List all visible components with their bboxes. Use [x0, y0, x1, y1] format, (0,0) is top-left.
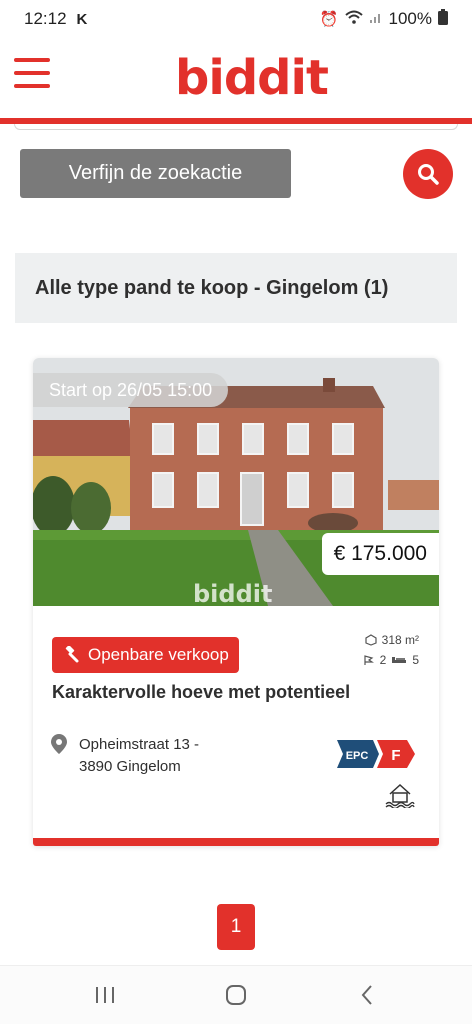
rooms-value: 2 [379, 653, 387, 667]
epc-label: EPC F [337, 740, 415, 768]
gavel-icon [65, 646, 79, 663]
bedrooms-value: 5 [412, 653, 419, 667]
epc-grade: F [391, 747, 400, 764]
search-icon [418, 164, 439, 185]
back-icon[interactable] [337, 975, 397, 1015]
location-pin-icon [51, 734, 67, 754]
carrier-glyph: K [76, 10, 88, 28]
status-bar: 12:12 K ⏰ 100% [0, 0, 472, 38]
sale-type-badge: Openbare verkoop [52, 637, 239, 673]
recent-apps-icon[interactable] [75, 975, 135, 1015]
property-meta: 318 m² 2 5 [363, 630, 419, 670]
listing-address: Opheimstraat 13 - 3890 Gingelom [51, 734, 199, 778]
bed-icon [392, 657, 407, 663]
flood-zone-house-icon [385, 782, 415, 813]
area-value: 318 m² [381, 633, 419, 647]
android-nav-bar [0, 965, 472, 1024]
hamburger-menu-icon[interactable] [14, 58, 50, 90]
battery-level: 100% [388, 9, 432, 28]
home-icon[interactable] [206, 975, 266, 1015]
pagination-page-1[interactable]: 1 [217, 904, 255, 950]
wifi-icon [344, 10, 363, 28]
battery-icon [438, 9, 448, 29]
address-line-2: 3890 Gingelom [79, 758, 181, 775]
address-line-1: Opheimstraat 13 - [79, 736, 200, 753]
search-button[interactable] [403, 149, 453, 199]
site-header: biddit [0, 38, 472, 118]
status-time: 12:12 [24, 9, 67, 28]
alarm-icon: ⏰ [319, 11, 339, 28]
photo-watermark: biddit [193, 580, 273, 606]
epc-text: EPC [346, 750, 369, 762]
listing-photo[interactable]: Start op 26/05 15:00 € 175.000 biddit [33, 358, 439, 606]
listing-card[interactable]: Start op 26/05 15:00 € 175.000 biddit Op… [33, 358, 439, 846]
signal-icon [369, 10, 383, 28]
results-heading: Alle type pand te koop - Gingelom (1) [15, 253, 457, 323]
sale-type-label: Openbare verkoop [88, 645, 229, 664]
area-icon [365, 634, 377, 646]
price-badge: € 175.000 [321, 533, 439, 575]
rooms-icon [364, 655, 374, 665]
auction-start-badge: Start op 26/05 15:00 [33, 373, 229, 407]
biddit-logo[interactable]: biddit [175, 50, 329, 106]
listing-title[interactable]: Karaktervolle hoeve met potentieel [52, 682, 350, 703]
header-divider [14, 124, 458, 130]
refine-search-button[interactable]: Verfijn de zoekactie [20, 149, 291, 198]
